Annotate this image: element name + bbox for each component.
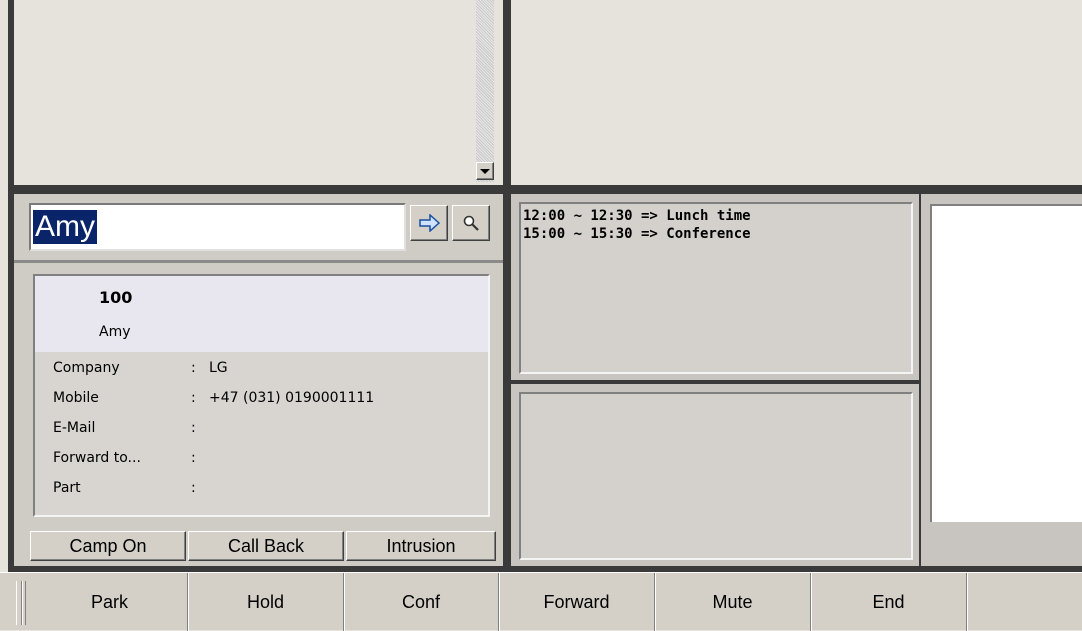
divider: [14, 260, 503, 263]
top-right-panel: [511, 0, 1082, 185]
field-email-label: E-Mail: [53, 420, 96, 436]
scroll-down-arrow-icon: [480, 168, 490, 174]
field-colon: :: [191, 420, 196, 436]
scrollbar-track[interactable]: [476, 0, 494, 182]
search-input-value: Amy: [33, 210, 97, 244]
search-button[interactable]: [452, 205, 490, 241]
schedule-line: 12:00 ~ 12:30 => Lunch time: [523, 208, 751, 224]
field-mobile-value: +47 (031) 0190001111: [209, 390, 375, 406]
park-button[interactable]: Park: [32, 573, 188, 631]
call-back-button[interactable]: Call Back: [188, 531, 344, 561]
contact-panel: Amy 100 Amy Company Mobile E-Mail Forwar…: [14, 194, 503, 566]
hold-button[interactable]: Hold: [188, 573, 344, 631]
go-button[interactable]: [410, 205, 448, 241]
field-forward-label: Forward to...: [53, 450, 141, 466]
scroll-down-button[interactable]: [476, 162, 494, 180]
right-white-box: [930, 204, 1082, 522]
frame-divider-horizontal: [8, 185, 1082, 194]
magnifier-icon: [463, 215, 479, 231]
middle-column: 12:00 ~ 12:30 => Lunch time 15:00 ~ 15:3…: [511, 194, 919, 566]
contact-card: 100 Amy Company Mobile E-Mail Forward to…: [33, 274, 490, 517]
field-colon: :: [191, 360, 196, 376]
schedule-panel: 12:00 ~ 12:30 => Lunch time 15:00 ~ 15:3…: [511, 194, 919, 380]
field-colon: :: [191, 480, 196, 496]
camp-on-button[interactable]: Camp On: [30, 531, 186, 561]
contact-card-header: 100 Amy: [35, 276, 488, 352]
call-bar: Park Hold Conf Forward Mute End: [0, 572, 1082, 631]
top-left-panel: [14, 0, 503, 185]
field-mobile-label: Mobile: [53, 390, 99, 406]
notes-panel: [511, 384, 919, 566]
grip-handle-line: [22, 581, 26, 625]
field-colon: :: [191, 390, 196, 406]
field-colon: :: [191, 450, 196, 466]
intrusion-button[interactable]: Intrusion: [346, 531, 496, 561]
contact-name: Amy: [99, 324, 131, 340]
notes-box: [519, 392, 913, 560]
schedule-box: 12:00 ~ 12:30 => Lunch time 15:00 ~ 15:3…: [519, 202, 913, 374]
search-input[interactable]: Amy: [29, 203, 406, 251]
mute-button[interactable]: Mute: [655, 573, 811, 631]
field-part-label: Part: [53, 480, 81, 496]
frame-divider-vertical: [503, 0, 511, 572]
right-panel: [921, 194, 1082, 566]
forward-button[interactable]: Forward: [499, 573, 655, 631]
contact-number: 100: [99, 288, 133, 307]
field-company-value: LG: [209, 360, 228, 376]
arrow-right-icon: [419, 214, 440, 232]
schedule-line: 15:00 ~ 15:30 => Conference: [523, 226, 751, 242]
conf-button[interactable]: Conf: [344, 573, 499, 631]
end-button[interactable]: End: [811, 573, 967, 631]
field-company-label: Company: [53, 360, 120, 376]
